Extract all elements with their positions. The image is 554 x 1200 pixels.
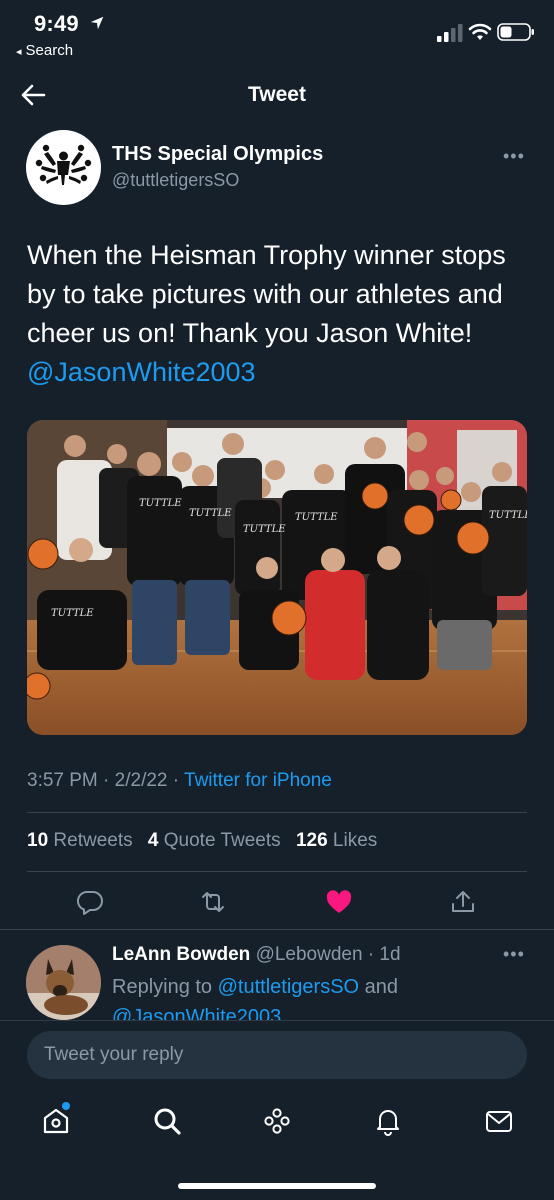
replying-to-and: and — [359, 976, 399, 998]
author-handle[interactable]: @tuttletigersSO — [112, 170, 239, 191]
nav-bar: Tweet — [0, 70, 554, 120]
tweet-time: 3:57 PM — [27, 770, 98, 791]
tweet-body: When the Heisman Trophy winner stops by … — [27, 240, 506, 348]
replying-to: Replying to @tuttletigersSO and @JasonWhi… — [112, 972, 512, 1020]
meta-separator: · — [103, 770, 110, 791]
reply-age: · 1d — [367, 944, 401, 965]
tweet-stats: 10 Retweets 4 Quote Tweets 126 Likes — [27, 830, 377, 852]
divider — [27, 812, 527, 813]
special-olympics-logo-icon — [26, 130, 101, 205]
page-title: Tweet — [248, 83, 306, 106]
svg-text:TUTTLE: TUTTLE — [243, 524, 286, 535]
tweet-actions — [0, 884, 554, 920]
reply-input-placeholder: Tweet your reply — [44, 1044, 184, 1065]
divider — [0, 929, 554, 930]
home-icon[interactable] — [41, 1106, 71, 1136]
svg-text:TUTTLE: TUTTLE — [51, 608, 94, 619]
divider — [27, 871, 527, 872]
tweet-date: 2/2/22 — [114, 770, 168, 791]
cellular-signal-icon — [437, 24, 463, 42]
likes-stat[interactable]: 126 Likes — [296, 830, 377, 851]
home-notification-dot — [62, 1102, 70, 1110]
battery-icon — [497, 23, 534, 41]
wifi-icon — [468, 23, 492, 40]
spaces-icon[interactable] — [262, 1106, 292, 1136]
notifications-icon[interactable] — [373, 1106, 403, 1136]
reply-more-options-icon[interactable]: ••• — [503, 944, 525, 965]
reply-author-name[interactable]: LeAnn Bowden — [112, 944, 250, 965]
mention-link[interactable]: @JasonWhite2003 — [27, 357, 256, 387]
search-icon[interactable] — [152, 1106, 182, 1136]
location-arrow-icon — [90, 16, 104, 30]
author-name[interactable]: THS Special Olympics — [112, 143, 323, 166]
tweet-meta: 3:57 PM · 2/2/22 · Twitter for iPhone — [27, 770, 332, 792]
back-triangle-icon: ◂ — [16, 46, 22, 58]
retweet-icon[interactable] — [199, 888, 227, 916]
more-options-icon[interactable]: ••• — [503, 146, 525, 167]
replying-to-label: Replying to — [112, 976, 218, 998]
reply-header: LeAnn Bowden @Lebowden · 1d — [112, 944, 401, 966]
back-app-label: Search — [25, 42, 74, 59]
replying-to-mention-2[interactable]: @JasonWhite2003 — [112, 1006, 281, 1020]
author-avatar[interactable] — [26, 130, 101, 205]
svg-text:TUTTLE: TUTTLE — [139, 498, 182, 509]
reply-avatar[interactable] — [26, 945, 101, 1020]
replying-to-mention-1[interactable]: @tuttletigersSO — [218, 976, 359, 998]
meta-separator: · — [172, 770, 180, 791]
tweet-text: When the Heisman Trophy winner stops by … — [27, 236, 527, 392]
reply-item[interactable]: LeAnn Bowden @Lebowden · 1d ••• Replying… — [0, 940, 554, 1020]
status-bar: 9:49 ◂ Search — [0, 0, 554, 70]
reply-author-handle[interactable]: @Lebowden — [256, 944, 363, 965]
messages-icon[interactable] — [484, 1106, 514, 1136]
dog-photo-image — [26, 945, 101, 1020]
reply-icon[interactable] — [76, 888, 104, 916]
svg-text:TUTTLE: TUTTLE — [489, 510, 527, 521]
svg-text:TUTTLE: TUTTLE — [295, 512, 338, 523]
status-time: 9:49 — [34, 11, 79, 36]
share-icon[interactable] — [449, 888, 477, 916]
home-indicator — [178, 1183, 376, 1189]
back-to-search-link[interactable]: ◂ Search — [16, 42, 73, 59]
team-photo-image: TUTTLE TUTTLE TUTTLE TUTTLE TUTTLE TUTTLE — [27, 420, 527, 735]
tweet-detail-screen: 9:49 ◂ Search Tweet THS Special Olympics… — [0, 0, 554, 1200]
svg-text:TUTTLE: TUTTLE — [189, 508, 232, 519]
quote-tweets-stat[interactable]: 4 Quote Tweets — [148, 830, 281, 851]
like-heart-icon[interactable] — [325, 888, 353, 916]
reply-input[interactable]: Tweet your reply — [27, 1031, 527, 1079]
tweet-photo[interactable]: TUTTLE TUTTLE TUTTLE TUTTLE TUTTLE TUTTLE — [27, 420, 527, 735]
retweets-stat[interactable]: 10 Retweets — [27, 830, 133, 851]
tweet-source-link[interactable]: Twitter for iPhone — [184, 770, 332, 791]
